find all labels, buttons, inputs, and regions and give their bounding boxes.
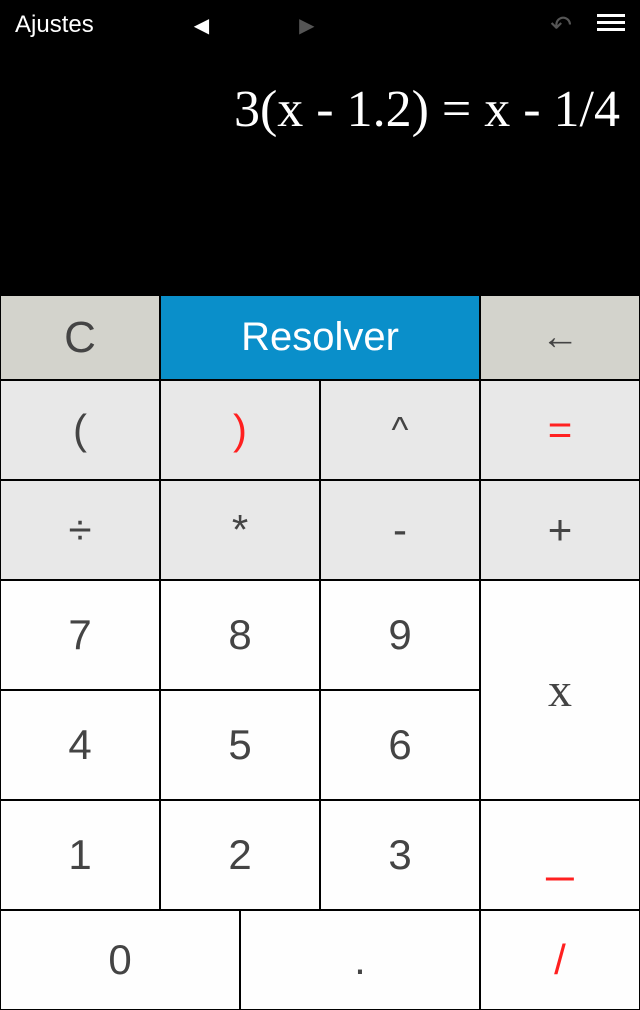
nav-arrows: ◀ ▶ [194,13,315,38]
digit-5-button[interactable]: 5 [160,690,320,800]
digit-9-button[interactable]: 9 [320,580,480,690]
digit-7-button[interactable]: 7 [0,580,160,690]
divide-button[interactable]: ÷ [0,480,160,580]
nav-right-icon: ▶ [299,13,314,38]
solve-button[interactable]: Resolver [160,295,480,380]
expression-display: 3(x - 1.2) = x - 1/4 [0,50,640,295]
digit-1-button[interactable]: 1 [0,800,160,910]
undo-icon: ↶ [550,10,572,41]
plus-button[interactable]: + [480,480,640,580]
digit-3-button[interactable]: 3 [320,800,480,910]
nav-left-icon[interactable]: ◀ [194,13,209,38]
open-paren-button[interactable]: ( [0,380,160,480]
variable-x-button[interactable]: x [480,580,640,800]
menu-icon[interactable] [597,11,625,39]
equals-button[interactable]: = [480,380,640,480]
top-right-controls: ↶ [550,10,625,41]
expression-text: 3(x - 1.2) = x - 1/4 [234,80,620,139]
caret-button[interactable]: ^ [320,380,480,480]
digit-8-button[interactable]: 8 [160,580,320,690]
top-bar: Ajustes ◀ ▶ ↶ [0,0,640,50]
backspace-button[interactable]: ← [480,295,640,380]
decimal-button[interactable]: . [240,910,480,1010]
close-paren-button[interactable]: ) [160,380,320,480]
digit-6-button[interactable]: 6 [320,690,480,800]
multiply-button[interactable]: * [160,480,320,580]
digit-2-button[interactable]: 2 [160,800,320,910]
slash-button[interactable]: / [480,910,640,1010]
minus-button[interactable]: - [320,480,480,580]
keypad: C Resolver ← ( ) ^ = ÷ * - + 7 8 9 4 5 6… [0,295,640,1010]
underscore-button[interactable]: _ [480,800,640,910]
digit-4-button[interactable]: 4 [0,690,160,800]
clear-button[interactable]: C [0,295,160,380]
digit-0-button[interactable]: 0 [0,910,240,1010]
settings-button[interactable]: Ajustes [15,11,94,39]
